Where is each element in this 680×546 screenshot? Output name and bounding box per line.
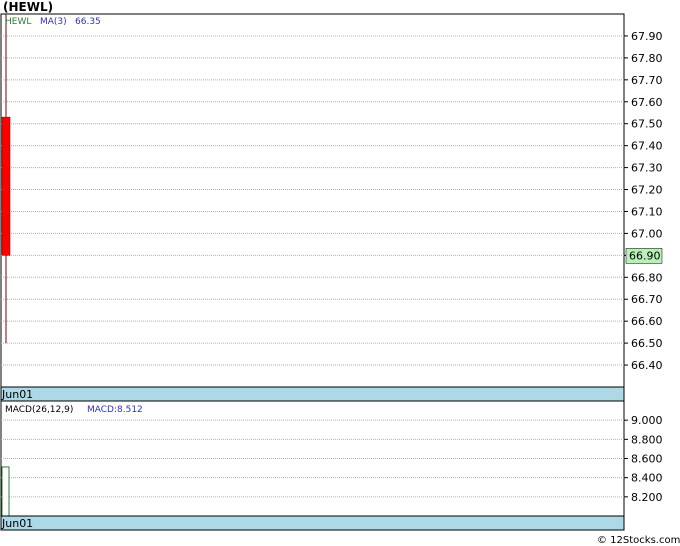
candle-body	[1, 116, 11, 256]
chart-canvas: 67.90 67.80 67.70 67.60 67.50 67.40 67.30 67.20…	[0, 13, 680, 546]
macd-bars	[1, 466, 10, 517]
price-tick-label: 67.30	[631, 162, 663, 175]
macd-x-axis: Jun01	[0, 515, 625, 531]
macd-tick-label: 8.200	[631, 491, 663, 504]
price-tick-label: 66.70	[631, 293, 663, 306]
macd-plot-area	[0, 400, 625, 517]
price-tick-label: 67.40	[631, 140, 663, 153]
legend-macd-name: MACD(26,12,9)	[5, 405, 73, 415]
copyright-text: © 12Stocks.com	[597, 535, 680, 546]
price-tick-label: 66.80	[631, 271, 663, 284]
price-tick-label: 66.50	[631, 337, 663, 350]
price-tick-label: 67.20	[631, 184, 663, 197]
price-tick-label: 67.80	[631, 52, 663, 65]
price-x-label: Jun01	[1, 388, 33, 401]
legend-ma-value: 66.35	[75, 17, 101, 27]
macd-tick-label: 8.400	[631, 472, 663, 485]
macd-panel: 9.0008.8008.6008.4008.200 MACD(26,12,9) …	[0, 400, 663, 517]
last-price-badge: 66.90	[625, 248, 663, 264]
price-tick-label: 67.50	[631, 118, 663, 131]
price-tick-label: 67.00	[631, 227, 663, 240]
price-tick-label: 66.40	[631, 359, 663, 372]
price-tick-label: 66.60	[631, 315, 663, 328]
price-x-axis: Jun01	[0, 386, 625, 402]
macd-tick-label: 8.600	[631, 453, 663, 466]
price-tick-label: 67.10	[631, 205, 663, 218]
macd-x-label: Jun01	[1, 517, 33, 530]
macd-y-ticks: 9.000 8.800 8.600 8.400 8.200	[624, 414, 663, 504]
price-tick-label: 67.70	[631, 74, 663, 87]
macd-tick-label: 8.800	[631, 433, 663, 446]
price-plot-area	[0, 13, 625, 388]
macd-bar	[1, 466, 10, 517]
price-y-ticks: 67.90 67.80 67.70 67.60 67.50 67.40 67.30 67.20…	[624, 30, 663, 372]
legend-macd-value: MACD:8.512	[87, 405, 143, 415]
legend-ma-label: MA(3)	[40, 17, 67, 27]
price-tick-label: 67.90	[631, 30, 663, 43]
price-tick-label: 67.60	[631, 96, 663, 109]
macd-tick-label: 9.000	[631, 414, 663, 427]
legend-symbol: HEWL	[5, 17, 31, 27]
last-price-label: 66.90	[629, 249, 661, 262]
